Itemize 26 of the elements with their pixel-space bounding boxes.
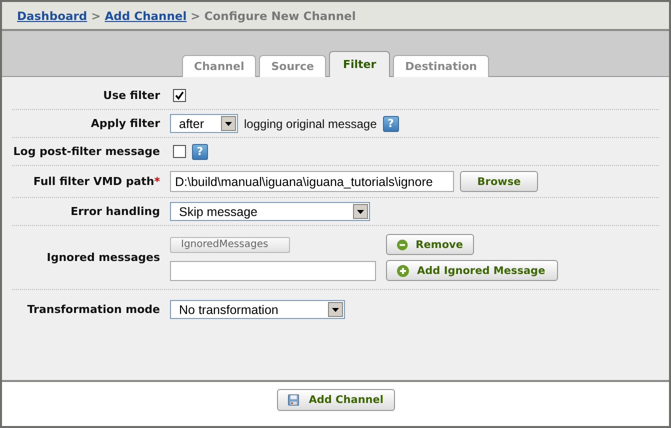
hint-text: logging original message <box>244 116 377 130</box>
path-field[interactable]: D:\build\manual\iguana\iguana_tutorials\ignore <box>170 171 454 192</box>
add-button[interactable]: Add Ignored Message <box>386 260 558 281</box>
breadcrumb-separator: > <box>190 8 200 22</box>
breadcrumb-current: Configure New Channel <box>204 8 356 22</box>
tab[interactable]: Source <box>259 55 326 77</box>
list-item[interactable]: IgnoredMessages <box>170 236 290 252</box>
tab[interactable]: Channel <box>182 55 256 77</box>
dropdown[interactable]: No transformation <box>170 300 345 319</box>
field-label: Log post-filter message <box>12 144 161 159</box>
breadcrumb-link[interactable]: Add Channel <box>104 8 187 22</box>
field-label: Use filter <box>102 88 161 103</box>
remove-button[interactable]: Remove <box>386 234 474 255</box>
dropdown[interactable]: Skip message <box>170 202 370 221</box>
dropdown[interactable]: after <box>170 114 238 133</box>
browse-button[interactable]: Browse <box>460 171 538 192</box>
breadcrumb-link[interactable]: Dashboard <box>17 8 88 22</box>
field-label: Ignored messages <box>46 250 161 265</box>
breadcrumb-separator: > <box>91 8 101 22</box>
field-label: Error handling <box>70 204 161 219</box>
field-label: Transformation mode <box>26 302 161 317</box>
tab[interactable]: Destination <box>393 55 489 77</box>
add-channel-button[interactable]: Add Channel <box>276 389 394 411</box>
field-label: Apply filter <box>90 116 161 131</box>
field-label: Full filter VMD path* <box>32 174 161 189</box>
tab[interactable]: Filter <box>328 51 390 77</box>
